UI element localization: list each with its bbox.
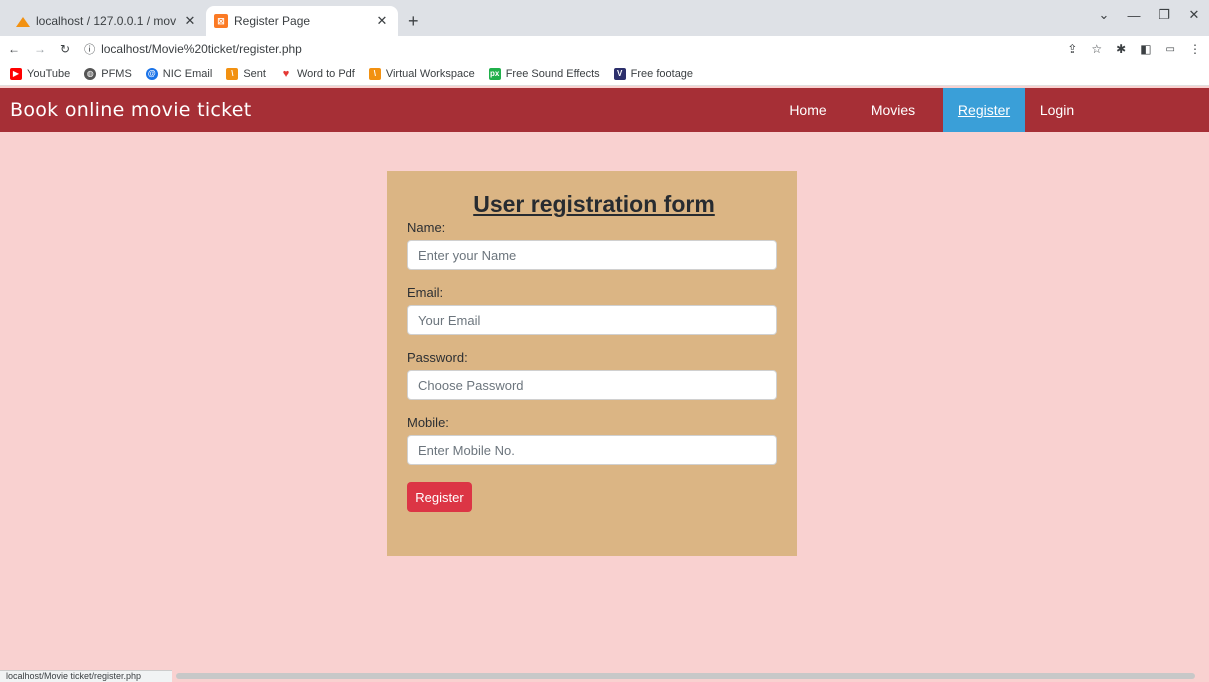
mobile-input[interactable] [407,435,777,465]
bookmarks-bar: ▶ YouTube ◍ PFMS @ NIC Email \ Sent ♥ Wo… [0,62,1209,86]
registration-card: User registration form Name: Email: Pass… [387,171,797,556]
info-icon: ⓘ [84,44,96,56]
xampp-icon: ⊠ [214,14,228,28]
tool-icon: \ [226,67,239,80]
menu-icon[interactable]: ⋮ [1189,42,1201,56]
name-group: Name: [407,220,777,270]
bookmark-pfms[interactable]: ◍ PFMS [84,67,132,80]
profile-icon[interactable]: ▭ [1166,44,1175,55]
mobile-label: Mobile: [407,415,449,430]
youtube-icon: ▶ [10,67,22,80]
tab-search-icon[interactable]: ⌄ [1089,7,1119,23]
bookmark-nic-email[interactable]: @ NIC Email [145,67,213,80]
tool-icon: \ [368,67,381,80]
bookmark-label: PFMS [101,67,132,80]
password-label: Password: [407,350,468,365]
form-title: User registration form [473,191,715,217]
close-icon[interactable]: ✕ [182,13,198,29]
register-button[interactable]: Register [407,482,472,512]
bookmark-label: Sent [243,67,266,80]
site-navbar: Book online movie ticket Home Movies Reg… [0,88,1209,132]
mobile-group: Mobile: [407,415,777,465]
nav-links: Home Movies Register Login [773,88,1089,132]
address-bar: ← → ↻ ⓘ localhost/Movie%20ticket/registe… [0,36,1209,62]
globe-icon: ◍ [84,67,97,80]
bookmark-youtube[interactable]: ▶ YouTube [10,67,71,80]
v-icon: V [613,67,626,80]
reload-icon[interactable]: ↻ [60,42,70,56]
url-text: localhost/Movie%20ticket/register.php [101,42,302,56]
side-panel-icon[interactable]: ◧ [1140,42,1151,56]
password-input[interactable] [407,370,777,400]
name-input[interactable] [407,240,777,270]
bookmark-free-footage[interactable]: V Free footage [613,67,694,80]
bookmark-label: Free Sound Effects [505,67,600,80]
password-group: Password: [407,350,777,400]
bookmark-label: Virtual Workspace [385,67,475,80]
forward-icon[interactable]: → [34,42,46,56]
bookmark-sent[interactable]: \ Sent [226,67,266,80]
tab-title: Register Page [234,14,311,28]
bookmark-label: NIC Email [162,67,213,80]
bookmark-label: Free footage [630,67,694,80]
site-brand[interactable]: Book online movie ticket [0,99,252,121]
nav-login[interactable]: Login [1025,88,1089,132]
tab-register-page[interactable]: ⊠ Register Page ✕ [206,6,398,36]
star-icon[interactable]: ☆ [1091,42,1102,56]
phpmyadmin-icon [16,15,30,27]
window-controls: ⌄ — ❐ ✕ [1089,0,1209,30]
email-input[interactable] [407,305,777,335]
at-icon: @ [145,67,158,80]
nav-register[interactable]: Register [943,88,1025,132]
browser-tab-bar: localhost / 127.0.0.1 / movie_db / ✕ ⊠ R… [0,0,1209,36]
new-tab-button[interactable]: + [398,6,429,36]
px-icon: px [488,67,501,80]
bookmark-word-to-pdf[interactable]: ♥ Word to Pdf [280,68,355,80]
heart-icon: ♥ [282,67,290,80]
nav-home[interactable]: Home [773,88,843,132]
back-icon[interactable]: ← [8,42,20,56]
status-bar-url: localhost/Movie ticket/register.php [0,670,172,682]
horizontal-scrollbar[interactable] [176,673,1195,679]
name-label: Name: [407,220,446,235]
tab-phpmyadmin[interactable]: localhost / 127.0.0.1 / movie_db / ✕ [8,6,206,36]
email-label: Email: [407,285,444,300]
bookmark-label: Word to Pdf [296,67,355,80]
extensions-icon[interactable]: ✱ [1116,42,1126,56]
tab-title: localhost / 127.0.0.1 / movie_db / [36,14,176,28]
restore-icon[interactable]: ❐ [1149,7,1179,23]
email-group: Email: [407,285,777,335]
share-icon[interactable]: ⇪ [1067,42,1077,56]
url-field[interactable]: ⓘ localhost/Movie%20ticket/register.php [84,41,1053,57]
bookmark-free-sound-effects[interactable]: px Free Sound Effects [488,67,600,80]
nav-movies[interactable]: Movies [843,88,943,132]
close-window-icon[interactable]: ✕ [1179,7,1209,23]
close-icon[interactable]: ✕ [374,13,390,29]
bookmark-virtual-workspace[interactable]: \ Virtual Workspace [368,67,475,80]
minimize-icon[interactable]: — [1119,8,1149,23]
bookmark-label: YouTube [27,67,71,80]
